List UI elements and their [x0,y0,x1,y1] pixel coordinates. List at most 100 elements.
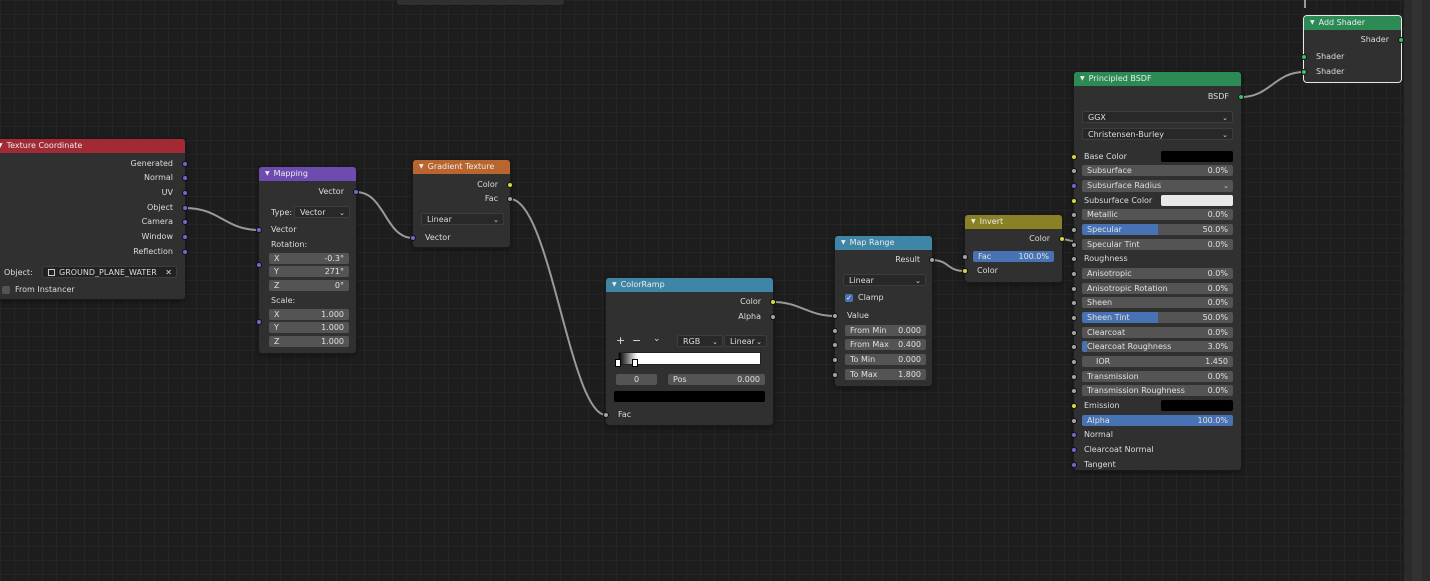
socket-subsurface-in[interactable] [1071,168,1077,174]
map-range-interp-dropdown[interactable]: Linear ⌄ [843,274,926,286]
subsurface-slider[interactable]: Subsurface 0.0% [1082,165,1233,176]
subsurface-radius-dropdown[interactable]: Subsurface Radius ⌄ [1082,180,1233,192]
socket-clearcoat-roughness-in[interactable] [1071,344,1077,350]
socket-sheen-tint-in[interactable] [1071,315,1077,321]
socket-uv[interactable] [182,190,188,196]
socket-window[interactable] [182,234,188,240]
socket-vector-in[interactable] [256,227,262,233]
from-min-field[interactable]: From Min 0.000 [845,325,926,336]
socket-alpha-in[interactable] [1071,418,1077,424]
node-header[interactable]: ▼ Map Range [835,236,932,250]
close-icon[interactable]: ✕ [165,267,172,277]
anisotropic-rotation-slider[interactable]: Anisotropic Rotation 0.0% [1082,283,1233,294]
socket-to-max-in[interactable] [832,372,838,378]
socket-vector-out[interactable] [353,189,359,195]
socket-shader-in-2[interactable] [1301,69,1307,75]
sheen-slider[interactable]: Sheen 0.0% [1082,297,1233,308]
ior-slider[interactable]: IOR 1.450 [1082,356,1233,367]
socket-value-in[interactable] [832,313,838,319]
socket-clearcoat-in[interactable] [1071,330,1077,336]
socket-roughness-in[interactable] [1071,256,1077,262]
clearcoat-slider[interactable]: Clearcoat 0.0% [1082,327,1233,338]
socket-clearcoat-normal-in[interactable] [1071,447,1077,453]
ramp-stop-0[interactable] [615,359,621,367]
node-header[interactable]: ▼ Principled BSDF [1074,72,1241,86]
from-max-field[interactable]: From Max 0.400 [845,339,926,350]
add-shader-node[interactable]: ▼ Add Shader Shader Shader Shader [1301,16,1404,82]
socket-rotation-in[interactable] [256,262,262,268]
socket-anisotropic-rotation-in[interactable] [1071,286,1077,292]
socket-tangent-in[interactable] [1071,462,1077,468]
socket-transmission-in[interactable] [1071,374,1077,380]
fac-slider[interactable]: Fac 100.0% [973,251,1054,262]
distribution-dropdown[interactable]: GGX ⌄ [1082,111,1233,123]
socket-shader-in-1[interactable] [1301,54,1307,60]
from-instancer-checkbox[interactable] [2,286,10,294]
socket-to-min-in[interactable] [832,357,838,363]
socket-camera[interactable] [182,219,188,225]
socket-alpha-out[interactable] [770,314,776,320]
socket-generated[interactable] [182,161,188,167]
alpha-slider[interactable]: Alpha 100.0% [1082,415,1233,426]
socket-fac-out[interactable] [507,196,513,202]
stop-color-swatch[interactable] [614,391,765,402]
transmission-roughness-slider[interactable]: Transmission Roughness 0.0% [1082,385,1233,396]
stop-position-field[interactable]: Pos 0.000 [668,374,765,385]
socket-color-in[interactable] [962,268,968,274]
collapse-icon[interactable]: ▼ [0,139,3,153]
object-field[interactable]: GROUND_PLANE_WATER ✕ [42,266,177,278]
to-min-field[interactable]: To Min 0.000 [845,354,926,365]
texture-coordinate-node[interactable]: ▼ Texture Coordinate Generated Normal UV … [0,139,188,299]
socket-metallic-in[interactable] [1071,212,1077,218]
stop-index-field[interactable]: 0 [616,374,657,385]
socket-sheen-in[interactable] [1071,300,1077,306]
socket-reflection[interactable] [182,249,188,255]
node-header[interactable]: ▼ Invert [965,215,1062,229]
node-header[interactable]: ▼ Mapping [259,167,356,181]
socket-base-color-in[interactable] [1071,154,1077,160]
subsurface-color-swatch[interactable] [1161,195,1233,206]
invert-node[interactable]: ▼ Invert Color Fac 100.0% Color [962,215,1065,282]
ramp-stop-1[interactable] [632,359,638,367]
collapse-icon[interactable]: ▼ [841,236,846,250]
socket-subsurface-radius-in[interactable] [1071,183,1077,189]
offscreen-node[interactable] [397,0,564,5]
socket-specular-tint-in[interactable] [1071,242,1077,248]
socket-anisotropic-in[interactable] [1071,271,1077,277]
node-header[interactable]: ▼ Gradient Texture [413,160,510,174]
scale-z-field[interactable]: Z 1.000 [269,336,349,347]
emission-swatch[interactable] [1161,400,1233,411]
collapse-icon[interactable]: ▼ [1080,72,1085,86]
socket-ior-in[interactable] [1071,359,1077,365]
socket-bsdf-out[interactable] [1238,94,1244,100]
color-ramp-bar[interactable] [618,352,761,365]
specular-tint-slider[interactable]: Specular Tint 0.0% [1082,239,1233,250]
socket-normal-in[interactable] [1071,432,1077,438]
socket-color-out[interactable] [770,299,776,305]
remove-stop-button[interactable]: − [632,334,641,347]
rotation-z-field[interactable]: Z 0° [269,280,349,291]
node-header[interactable]: ▼ Add Shader [1304,16,1401,30]
gradient-texture-node[interactable]: ▼ Gradient Texture Color Fac Linear ⌄ Vect… [410,160,513,247]
socket-fac-in[interactable] [962,254,968,260]
mapping-node[interactable]: ▼ Mapping Vector Type: Vector ⌄ Vector Rot… [256,167,359,353]
specular-slider[interactable]: Specular 50.0% [1082,224,1233,235]
scrollbar-thumb[interactable] [1412,0,1422,581]
scale-y-field[interactable]: Y 1.000 [269,322,349,333]
clearcoat-roughness-slider[interactable]: Clearcoat Roughness 3.0% [1082,341,1233,352]
socket-fac-in[interactable] [603,412,609,418]
rotation-x-field[interactable]: X -0.3° [269,253,349,264]
vertical-scrollbar[interactable] [1404,0,1430,581]
socket-from-min-in[interactable] [832,328,838,334]
socket-color-out[interactable] [1059,236,1065,242]
collapse-icon[interactable]: ▼ [971,215,976,229]
subsurface-method-dropdown[interactable]: Christensen-Burley ⌄ [1082,128,1233,140]
colorramp-node[interactable]: ▼ ColorRamp Color Alpha + − ⌄ RGB ⌄ Linear… [603,278,776,425]
socket-vector-in[interactable] [410,235,416,241]
transmission-slider[interactable]: Transmission 0.0% [1082,371,1233,382]
color-mode-dropdown[interactable]: RGB ⌄ [677,335,723,347]
socket-object[interactable] [182,205,188,211]
socket-transmission-roughness-in[interactable] [1071,388,1077,394]
to-max-field[interactable]: To Max 1.800 [845,369,926,380]
base-color-swatch[interactable] [1161,151,1233,162]
